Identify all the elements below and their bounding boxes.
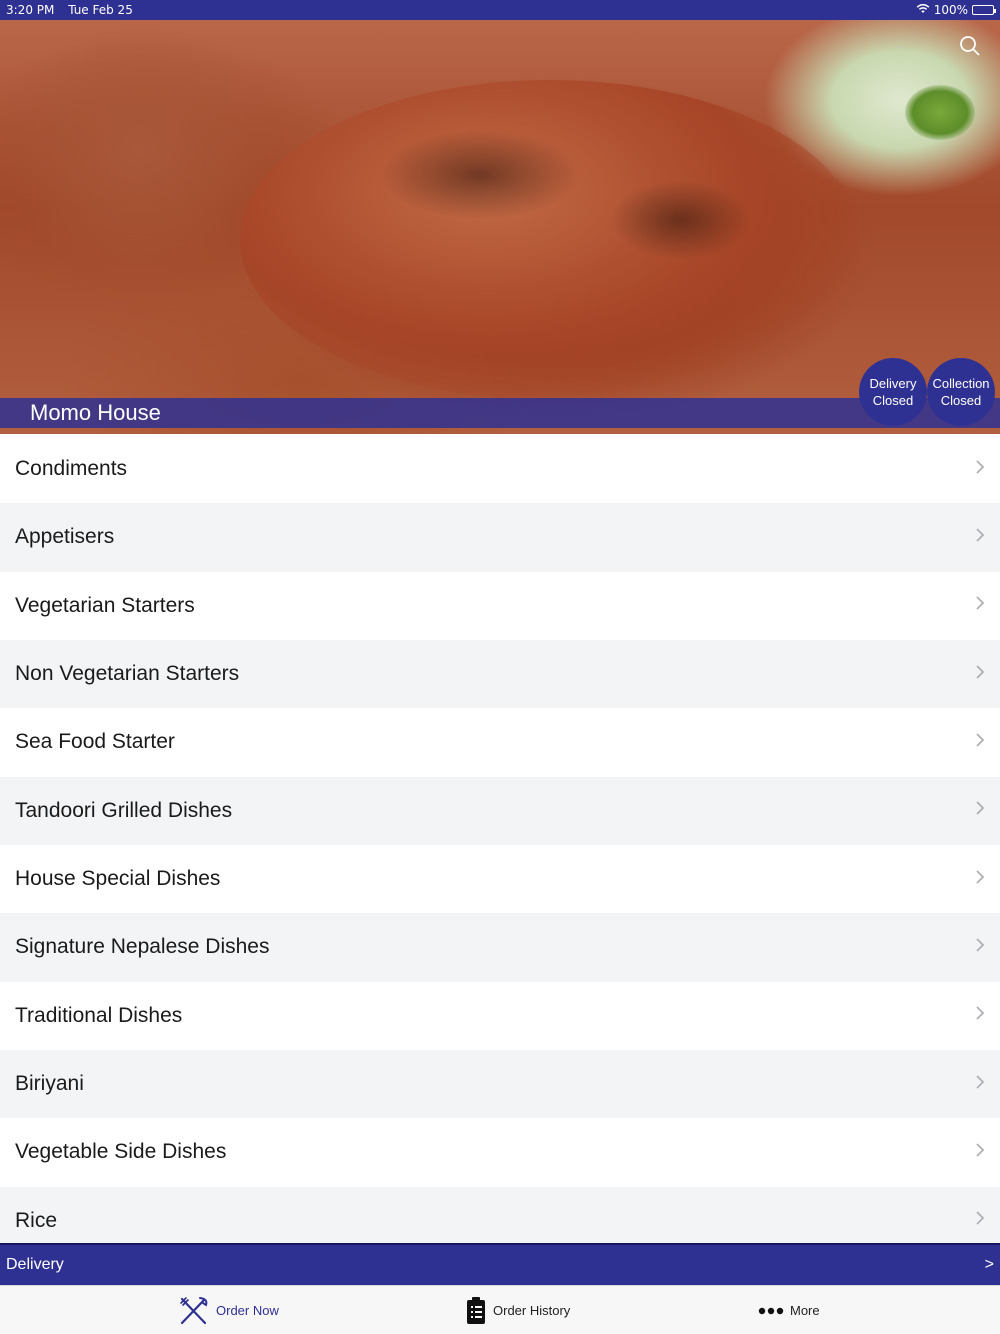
tab-order-history-label: Order History xyxy=(493,1303,571,1318)
chevron-right-icon xyxy=(975,869,985,889)
category-item-biriyani[interactable]: Biriyani xyxy=(0,1049,1000,1119)
chevron-right-icon xyxy=(975,1143,985,1162)
tab-order-now[interactable]: Order Now xyxy=(178,1286,279,1334)
delivery-badge-line1: Delivery xyxy=(869,376,917,391)
tab-more[interactable]: More xyxy=(758,1286,820,1334)
delivery-badge-line2: Closed xyxy=(872,393,914,408)
chevron-right-icon xyxy=(975,596,985,615)
chevron-right-icon xyxy=(975,938,985,957)
category-item-vegetable-side-dishes[interactable]: Vegetable Side Dishes xyxy=(0,1118,1000,1187)
category-label: Tandoori Grilled Dishes xyxy=(15,798,233,822)
status-time: 3:20 PM xyxy=(6,3,55,17)
battery-icon xyxy=(972,5,996,15)
category-label: Vegetable Side Dishes xyxy=(15,1140,227,1164)
status-date: Tue Feb 25 xyxy=(68,3,133,17)
category-label: House Special Dishes xyxy=(15,867,221,891)
category-item-rice[interactable]: Rice xyxy=(0,1186,1000,1243)
status-left: 3:20 PM Tue Feb 25 xyxy=(6,3,143,17)
chevron-right-icon xyxy=(975,801,985,820)
category-label: Appetisers xyxy=(15,525,115,549)
hero-image xyxy=(0,20,1000,434)
delivery-mode-label: Delivery xyxy=(6,1256,64,1273)
status-bar: 3:20 PM Tue Feb 25 100% xyxy=(0,0,1000,20)
category-item-signature-nepalese-dishes[interactable]: Signature Nepalese Dishes xyxy=(0,913,1000,982)
chevron-right-icon xyxy=(975,665,985,684)
more-dots-icon xyxy=(758,1307,784,1315)
tab-more-label: More xyxy=(790,1303,820,1318)
category-list: Condiments Appetisers Vegetarian Starter… xyxy=(0,435,1000,1243)
category-item-tandoori-grilled-dishes[interactable]: Tandoori Grilled Dishes xyxy=(0,776,1000,845)
category-item-traditional-dishes[interactable]: Traditional Dishes xyxy=(0,981,1000,1050)
category-label: Sea Food Starter xyxy=(15,730,175,754)
chevron-right-icon xyxy=(975,733,985,752)
category-item-vegetarian-starters[interactable]: Vegetarian Starters xyxy=(0,571,1000,640)
category-label: Biriyani xyxy=(15,1072,84,1096)
category-item-sea-food-starter[interactable]: Sea Food Starter xyxy=(0,708,1000,777)
collection-badge-line1: Collection xyxy=(932,376,990,391)
category-label: Signature Nepalese Dishes xyxy=(15,935,270,959)
chevron-right-icon xyxy=(975,1074,985,1094)
delivery-mode-bar[interactable]: Delivery > xyxy=(0,1243,1000,1285)
tab-order-history[interactable]: Order History xyxy=(465,1286,570,1334)
category-item-house-special-dishes[interactable]: House Special Dishes xyxy=(0,844,1000,914)
wifi-icon xyxy=(916,3,930,17)
chevron-right-icon xyxy=(975,460,985,479)
chevron-right-icon xyxy=(975,1006,985,1025)
collection-badge-line2: Closed xyxy=(940,393,982,408)
battery-percent: 100% xyxy=(933,3,968,17)
clipboard-list-icon xyxy=(465,1296,487,1326)
delivery-status-badge[interactable]: Delivery Closed xyxy=(859,358,927,426)
status-right: 100% xyxy=(916,3,996,17)
collection-status-badge[interactable]: Collection Closed xyxy=(927,358,995,426)
category-item-appetisers[interactable]: Appetisers xyxy=(0,503,1000,572)
category-label: Rice xyxy=(15,1208,58,1232)
fork-knife-icon xyxy=(178,1295,210,1327)
chevron-right-icon xyxy=(975,1211,985,1230)
delivery-mode-arrow: > xyxy=(984,1256,994,1273)
category-label: Traditional Dishes xyxy=(15,1003,183,1027)
chevron-right-icon xyxy=(975,528,985,547)
tab-order-now-label: Order Now xyxy=(216,1303,279,1318)
category-label: Non Vegetarian Starters xyxy=(15,662,240,686)
category-label: Vegetarian Starters xyxy=(15,593,195,617)
shop-name: Momo House xyxy=(30,400,161,425)
category-item-condiments[interactable]: Condiments xyxy=(0,435,1000,504)
tab-bar: Order Now Order History More xyxy=(0,1285,1000,1334)
search-icon[interactable] xyxy=(958,34,982,58)
category-label: Condiments xyxy=(15,457,128,481)
category-item-non-vegetarian-starters[interactable]: Non Vegetarian Starters xyxy=(0,639,1000,709)
